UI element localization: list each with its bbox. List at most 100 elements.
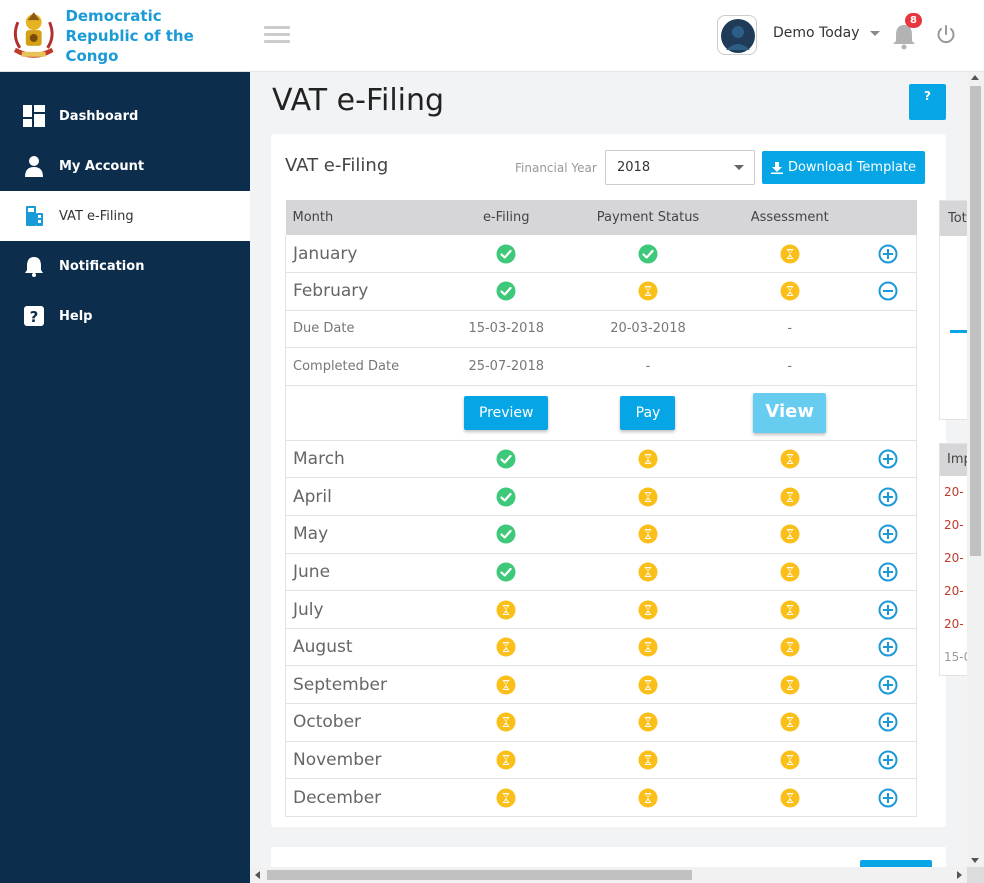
completed-date-label: Completed Date bbox=[285, 347, 436, 386]
vat-filing-table: Month e-Filing Payment Status Assessment… bbox=[285, 200, 917, 817]
check-circle-icon bbox=[496, 449, 516, 469]
expand-plus-icon[interactable] bbox=[878, 750, 898, 770]
table-row: October bbox=[285, 703, 917, 742]
question-icon: ? bbox=[23, 305, 45, 327]
expand-cell[interactable] bbox=[860, 703, 917, 742]
expand-cell[interactable] bbox=[860, 778, 917, 817]
due-date-label: Due Date bbox=[285, 310, 436, 349]
expand-plus-icon[interactable] bbox=[878, 712, 898, 732]
scroll-right-icon[interactable] bbox=[957, 871, 962, 879]
vertical-scrollbar[interactable] bbox=[967, 72, 984, 867]
expand-plus-icon[interactable] bbox=[878, 244, 898, 264]
hourglass-icon bbox=[638, 712, 658, 732]
payment-status-cell bbox=[577, 235, 719, 274]
brand[interactable]: Democratic Republic of the Congo bbox=[0, 0, 250, 72]
horizontal-scrollbar[interactable] bbox=[250, 867, 967, 883]
expand-cell[interactable] bbox=[860, 665, 917, 705]
expand-cell[interactable] bbox=[860, 515, 917, 554]
brand-line1: Democratic bbox=[65, 6, 162, 25]
assessment-cell bbox=[718, 778, 861, 817]
e-filing-cell bbox=[435, 553, 578, 592]
sidebar: Dashboard My Account VAT e-Filing Notifi… bbox=[0, 72, 250, 883]
scroll-left-icon[interactable] bbox=[255, 871, 260, 879]
expand-plus-icon[interactable] bbox=[878, 449, 898, 469]
check-circle-icon bbox=[496, 281, 516, 301]
expand-plus-icon[interactable] bbox=[878, 487, 898, 507]
assessment-cell bbox=[718, 440, 861, 479]
hourglass-icon bbox=[496, 788, 516, 808]
completed-date-assessment: - bbox=[718, 347, 861, 386]
financial-year-select[interactable]: 2018 bbox=[605, 150, 755, 185]
action-row: Preview Pay View bbox=[285, 385, 917, 441]
assessment-cell bbox=[718, 235, 861, 274]
check-circle-icon bbox=[496, 487, 516, 507]
sidebar-item-my-account[interactable]: My Account bbox=[0, 141, 250, 191]
month-cell: November bbox=[285, 741, 436, 780]
expand-plus-icon[interactable] bbox=[878, 675, 898, 695]
scroll-down-icon[interactable] bbox=[971, 858, 979, 863]
expand-cell[interactable] bbox=[860, 477, 917, 517]
user-avatar[interactable] bbox=[717, 15, 757, 55]
expand-plus-icon[interactable] bbox=[878, 562, 898, 582]
e-filing-cell bbox=[435, 703, 578, 742]
expand-cell[interactable] bbox=[860, 590, 917, 629]
hourglass-icon bbox=[780, 750, 800, 770]
month-cell: September bbox=[285, 665, 436, 705]
month-cell: August bbox=[285, 628, 436, 667]
month-cell: May bbox=[285, 515, 436, 554]
table-row: April bbox=[285, 477, 917, 517]
expand-cell[interactable] bbox=[860, 440, 917, 479]
user-name[interactable]: Demo Today bbox=[773, 25, 860, 41]
assessment-cell bbox=[718, 703, 861, 742]
expand-cell[interactable] bbox=[860, 235, 917, 274]
brand-line2: Republic of the Congo bbox=[65, 26, 194, 65]
sidebar-item-notification[interactable]: Notification bbox=[0, 241, 250, 291]
table-row: March bbox=[285, 440, 917, 479]
expand-cell[interactable] bbox=[860, 553, 917, 592]
e-filing-cell bbox=[435, 440, 578, 479]
preview-button[interactable]: Preview bbox=[464, 395, 549, 430]
expand-plus-icon[interactable] bbox=[878, 600, 898, 620]
month-cell: March bbox=[285, 440, 436, 479]
menu-toggle-icon[interactable] bbox=[264, 26, 290, 44]
payment-status-cell bbox=[577, 477, 719, 517]
sidebar-item-help[interactable]: ? Help bbox=[0, 291, 250, 341]
payment-status-cell bbox=[577, 272, 719, 311]
power-icon[interactable] bbox=[935, 23, 957, 45]
assessment-cell bbox=[718, 515, 861, 554]
page-title: VAT e-Filing bbox=[272, 83, 445, 118]
vertical-scroll-thumb[interactable] bbox=[970, 86, 981, 556]
horizontal-scroll-thumb[interactable] bbox=[267, 870, 692, 880]
sidebar-item-label: Dashboard bbox=[59, 108, 139, 124]
scroll-up-icon[interactable] bbox=[971, 75, 979, 80]
help-button[interactable]: ? bbox=[909, 84, 946, 120]
due-date-assessment: - bbox=[718, 310, 861, 349]
chevron-down-icon bbox=[734, 165, 744, 170]
hourglass-icon bbox=[780, 524, 800, 544]
download-template-button[interactable]: Download Template bbox=[762, 151, 925, 184]
column-header-expand bbox=[860, 200, 917, 235]
hourglass-icon bbox=[780, 712, 800, 732]
completed-date-e-filing: 25-07-2018 bbox=[435, 347, 578, 386]
month-cell: October bbox=[285, 703, 436, 742]
column-header-e-filing: e-Filing bbox=[435, 200, 578, 235]
collapse-minus-icon[interactable] bbox=[878, 281, 898, 301]
chevron-down-icon[interactable] bbox=[870, 31, 880, 36]
expand-plus-icon[interactable] bbox=[878, 788, 898, 808]
hourglass-icon bbox=[496, 712, 516, 732]
expand-plus-icon[interactable] bbox=[878, 637, 898, 657]
expand-cell[interactable] bbox=[860, 272, 917, 311]
assessment-cell bbox=[718, 272, 861, 311]
hourglass-icon bbox=[496, 637, 516, 657]
expand-cell[interactable] bbox=[860, 628, 917, 667]
e-filing-cell bbox=[435, 665, 578, 705]
expand-plus-icon[interactable] bbox=[878, 524, 898, 544]
pay-button[interactable]: Pay bbox=[620, 395, 676, 430]
sidebar-item-vat-e-filing[interactable]: VAT e-Filing bbox=[0, 191, 250, 241]
hourglass-icon bbox=[780, 244, 800, 264]
dashboard-icon bbox=[23, 105, 45, 127]
calculator-icon bbox=[23, 205, 45, 227]
view-button[interactable]: View bbox=[753, 392, 827, 433]
sidebar-item-dashboard[interactable]: Dashboard bbox=[0, 91, 250, 141]
expand-cell[interactable] bbox=[860, 741, 917, 780]
